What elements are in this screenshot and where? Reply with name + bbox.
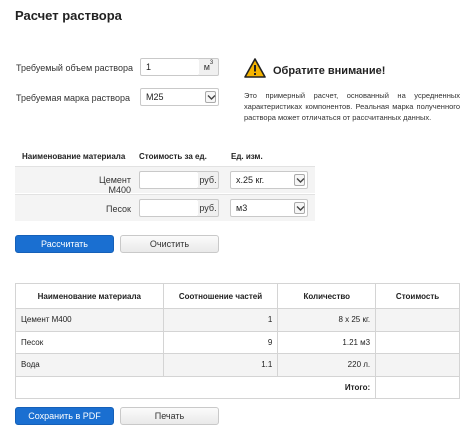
grade-label: Требуемая марка раствора [16, 93, 130, 103]
materials-header-name: Наименование материала [22, 152, 126, 161]
result-quantity: 1.21 м3 [277, 330, 377, 354]
result-ratio: 1 [162, 308, 279, 332]
results-header-name: Наименование материала [15, 283, 164, 309]
sand-cost-input[interactable] [139, 199, 199, 217]
volume-input[interactable]: 1 [140, 58, 200, 76]
warning-title: Обратите внимание! [273, 65, 386, 77]
print-button[interactable]: Печать [120, 407, 219, 425]
result-ratio: 1.1 [162, 353, 279, 377]
volume-unit: м3 [199, 58, 219, 76]
results-header-quantity: Количество [277, 283, 377, 309]
result-cost [375, 330, 460, 354]
sand-unit-value: м3 [236, 203, 248, 213]
save-pdf-button[interactable]: Сохранить в PDF [15, 407, 114, 425]
sand-cost-currency: руб. [198, 199, 219, 217]
total-value [375, 375, 460, 399]
results-table: Наименование материала Соотношение часте… [14, 283, 460, 399]
result-quantity: 220 л. [277, 353, 377, 377]
warning-triangle-icon [244, 58, 266, 78]
cement-unit-select[interactable]: x.25 кг. [230, 171, 308, 189]
calculate-button[interactable]: Рассчитать [15, 235, 114, 253]
table-row: Песок 9 1.21 м3 [15, 330, 460, 354]
chevron-down-icon [294, 174, 305, 186]
chevron-down-icon [294, 202, 305, 214]
results-header-row: Наименование материала Соотношение часте… [15, 283, 460, 309]
total-row: Итого: [14, 375, 460, 399]
material-name-sand: Песок [105, 204, 131, 214]
chevron-down-icon [205, 91, 216, 103]
result-cost [375, 308, 460, 332]
page-title: Расчет раствора [15, 8, 122, 23]
result-ratio: 9 [162, 330, 279, 354]
clear-button[interactable]: Очистить [120, 235, 219, 253]
grade-select-value: М25 [146, 92, 164, 102]
result-name: Песок [15, 330, 164, 354]
cement-unit-value: x.25 кг. [236, 175, 265, 185]
result-cost [375, 353, 460, 377]
table-row: Вода 1.1 220 л. [15, 353, 460, 377]
volume-label: Требуемый объем раствора [16, 63, 133, 73]
result-name: Вода [15, 353, 164, 377]
result-quantity: 8 x 25 кг. [277, 308, 377, 332]
result-name: Цемент М400 [15, 308, 164, 332]
results-header-ratio: Соотношение частей [162, 283, 279, 309]
grade-select[interactable]: М25 [140, 88, 219, 106]
total-label: Итого: [14, 375, 377, 399]
warning-text: Это примерный расчет, основанный на усре… [244, 91, 460, 122]
materials-header-unit: Ед. изм. [231, 152, 263, 161]
cement-cost-input[interactable] [139, 171, 199, 189]
materials-header-cost: Стоимость за ед. [139, 152, 207, 161]
table-row: Цемент М400 1 8 x 25 кг. [15, 308, 460, 332]
sand-unit-select[interactable]: м3 [230, 199, 308, 217]
material-name-cement: Цемент М400 [99, 175, 131, 195]
results-header-cost: Стоимость [375, 283, 460, 309]
cement-cost-currency: руб. [198, 171, 219, 189]
